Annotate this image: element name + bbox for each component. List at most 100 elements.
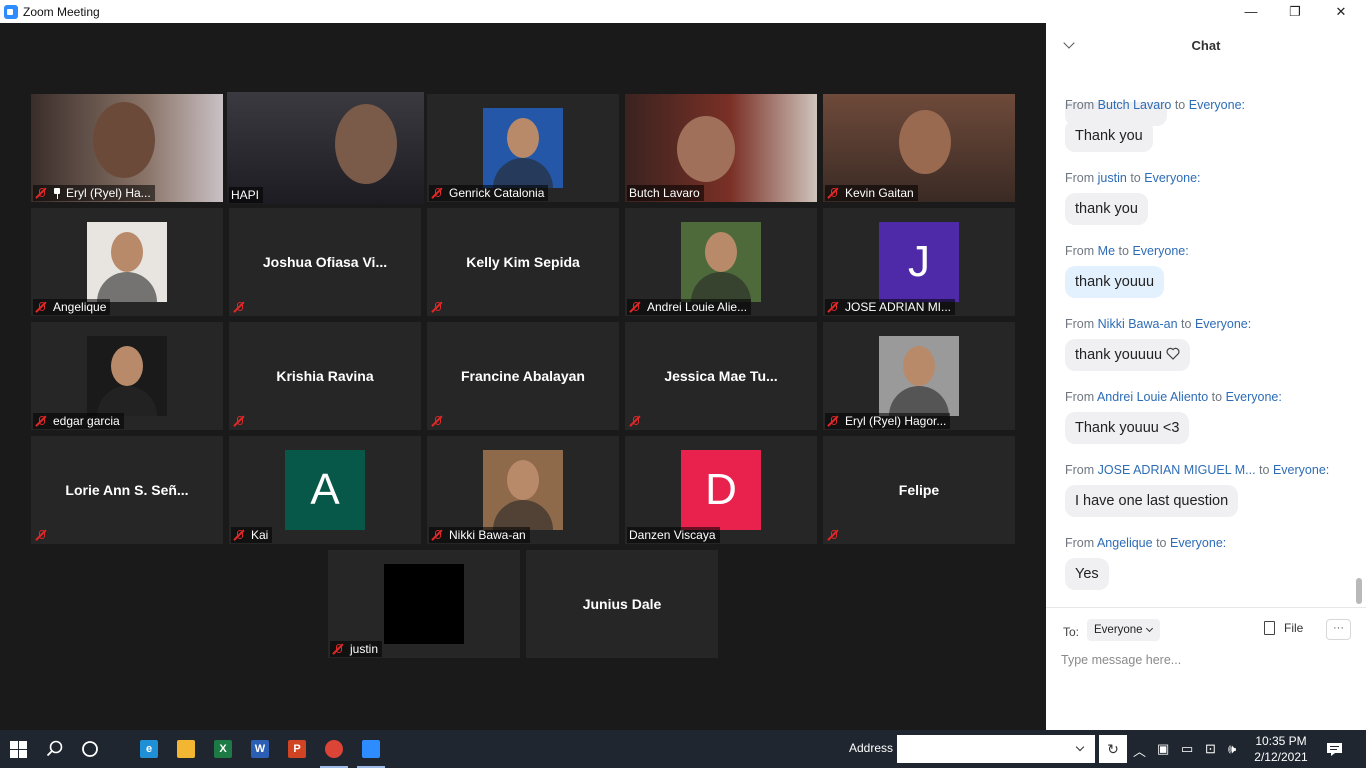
message-header: From JOSE ADRIAN MIGUEL M... to Everyone…: [1065, 463, 1329, 477]
chat-message-list[interactable]: From Butch Lavaro to Everyone: Thank you F…: [1046, 67, 1366, 607]
recipient-name[interactable]: Everyone:: [1170, 536, 1226, 550]
participant-tile-kevin-gaitan[interactable]: Kevin Gaitan: [823, 94, 1015, 202]
participant-tile-krishia-ravina[interactable]: Krishia Ravina: [229, 322, 421, 430]
system-clock[interactable]: 10:35 PM 2/12/2021: [1248, 733, 1314, 765]
recipient-name[interactable]: Everyone:: [1226, 390, 1282, 404]
taskbar-app-file-explorer[interactable]: [168, 730, 204, 768]
participant-label: [429, 413, 453, 429]
muted-mic-icon: [35, 415, 47, 427]
message-bubble[interactable]: thank youuu: [1065, 266, 1165, 298]
to-word: to: [1130, 171, 1141, 185]
recipient-name[interactable]: Everyone:: [1189, 98, 1245, 112]
participant-tile-junius-dale[interactable]: Junius Dale: [526, 550, 718, 658]
sender-name[interactable]: Andrei Louie Aliento: [1097, 390, 1208, 404]
participant-name: Nikki Bawa-an: [449, 528, 526, 542]
message-bubble[interactable]: Thank you: [1065, 120, 1153, 152]
participant-tile-felipe[interactable]: Felipe: [823, 436, 1015, 544]
participant-tile-justin[interactable]: justin: [328, 550, 520, 658]
message-input[interactable]: [1061, 650, 1351, 670]
task-view-button[interactable]: [74, 730, 106, 768]
participant-tile-edgar-garcia[interactable]: edgar garcia: [31, 322, 223, 430]
participant-label: HAPI: [229, 187, 264, 203]
sender-name[interactable]: Butch Lavaro: [1098, 98, 1172, 112]
participant-tile-hapi[interactable]: HAPI: [227, 92, 424, 204]
refresh-button[interactable]: ↻: [1099, 735, 1127, 763]
sender-name[interactable]: justin: [1098, 171, 1127, 185]
participant-tile-nikki-bawa-an[interactable]: Nikki Bawa-an: [427, 436, 619, 544]
chat-panel: Chat From Butch Lavaro to Everyone: Thank…: [1046, 23, 1366, 730]
chevron-down-icon[interactable]: [1075, 742, 1085, 752]
windows-taskbar: e X W P Address ↻ ︿ ▣ ▭ ⊡ 🕪 10:35 PM 2/12/2…: [0, 730, 1366, 768]
participant-tile-butch-lavaro[interactable]: Butch Lavaro: [625, 94, 817, 202]
message-bubble[interactable]: Yes: [1065, 558, 1109, 590]
chat-message: From Me to Everyone: thank youuu: [1065, 244, 1189, 298]
taskbar-app-zoom[interactable]: [353, 730, 389, 768]
participant-tile-angelique[interactable]: Angelique: [31, 208, 223, 316]
restore-button[interactable]: ❐: [1272, 0, 1318, 23]
more-options-button[interactable]: ···: [1326, 619, 1351, 640]
participant-label: Angelique: [33, 299, 111, 315]
window-title: Zoom Meeting: [23, 4, 100, 19]
notifications-button[interactable]: [1318, 730, 1350, 768]
recipient-name[interactable]: Everyone:: [1144, 171, 1200, 185]
address-input[interactable]: [897, 735, 1095, 763]
participant-tile-danzen-viscaya[interactable]: D Danzen Viscaya: [625, 436, 817, 544]
participant-tile-genrick-catalonia[interactable]: Genrick Catalonia: [427, 94, 619, 202]
pin-icon: [53, 187, 61, 199]
taskbar-app-excel[interactable]: X: [205, 730, 241, 768]
participant-name: Kai: [251, 528, 269, 542]
refresh-icon: ↻: [1107, 740, 1119, 757]
taskbar-app-powerpoint[interactable]: P: [279, 730, 315, 768]
taskbar-app-word[interactable]: W: [242, 730, 278, 768]
search-button[interactable]: [38, 730, 72, 768]
sender-name[interactable]: Angelique: [1097, 536, 1153, 550]
chat-message: From justin to Everyone: thank you: [1065, 171, 1201, 225]
message-bubble[interactable]: thank you: [1065, 193, 1148, 225]
message-header: From Andrei Louie Aliento to Everyone:: [1065, 390, 1282, 404]
participant-tile-kai[interactable]: A Kai: [229, 436, 421, 544]
muted-mic-icon: [827, 415, 839, 427]
recipient-name[interactable]: Everyone:: [1273, 463, 1329, 477]
message-bubble[interactable]: Thank youuu <3: [1065, 412, 1190, 444]
sender-name[interactable]: Me: [1098, 244, 1115, 258]
participant-tile-kelly-kim-sepida[interactable]: Kelly Kim Sepida: [427, 208, 619, 316]
volume-icon[interactable]: 🕪: [1228, 741, 1236, 757]
minimize-button[interactable]: —: [1228, 0, 1274, 23]
taskbar-app-edge[interactable]: e: [131, 730, 167, 768]
participant-tile-francine-abalayan[interactable]: Francine Abalayan: [427, 322, 619, 430]
battery-icon[interactable]: ▭: [1181, 741, 1193, 757]
meet-now-icon[interactable]: ▣: [1157, 741, 1169, 757]
recipient-name[interactable]: Everyone:: [1132, 244, 1188, 258]
participant-tile-eryl-ryel-ha[interactable]: Eryl (Ryel) Ha...: [31, 94, 223, 202]
network-icon[interactable]: ⊡: [1205, 741, 1216, 757]
clock-date: 2/12/2021: [1254, 750, 1308, 764]
close-button[interactable]: ✕: [1318, 0, 1364, 23]
sender-name[interactable]: Nikki Bawa-an: [1098, 317, 1178, 331]
message-bubble[interactable]: thank youuuu: [1065, 339, 1191, 371]
show-hidden-icons-chevron-icon[interactable]: ︿: [1133, 741, 1146, 760]
participant-tile-jose-adrian-mi[interactable]: J JOSE ADRIAN MI...: [823, 208, 1015, 316]
file-button[interactable]: File: [1264, 621, 1303, 635]
address-label: Address: [849, 741, 894, 755]
start-button[interactable]: [0, 730, 36, 768]
participant-label: Danzen Viscaya: [627, 527, 720, 543]
recipient-name[interactable]: Everyone:: [1195, 317, 1251, 331]
participant-display-name: Krishia Ravina: [276, 368, 374, 384]
message-header: From Angelique to Everyone:: [1065, 536, 1226, 550]
muted-mic-icon: [35, 187, 47, 199]
taskbar-app-chrome[interactable]: [316, 730, 352, 768]
message-bubble[interactable]: I have one last question: [1065, 485, 1239, 517]
participant-display-name: Lorie Ann S. Señ...: [65, 482, 189, 498]
clock-time: 10:35 PM: [1255, 734, 1307, 748]
participant-tile-lorie-ann-s-se[interactable]: Lorie Ann S. Señ...: [31, 436, 223, 544]
participant-tile-eryl-ryel-hagor[interactable]: Eryl (Ryel) Hagor...: [823, 322, 1015, 430]
sender-name[interactable]: JOSE ADRIAN MIGUEL M...: [1098, 463, 1256, 477]
participant-tile-joshua-ofiasa-vi[interactable]: Joshua Ofiasa Vi...: [229, 208, 421, 316]
participant-tile-andrei-louie-alie[interactable]: Andrei Louie Alie...: [625, 208, 817, 316]
chat-scrollbar[interactable]: [1356, 578, 1362, 604]
participant-label: Eryl (Ryel) Hagor...: [825, 413, 951, 429]
search-icon: [46, 740, 63, 757]
participant-tile-jessica-mae-tu[interactable]: Jessica Mae Tu...: [625, 322, 817, 430]
profile-photo: [681, 222, 761, 302]
recipient-dropdown[interactable]: Everyone: [1087, 619, 1160, 641]
